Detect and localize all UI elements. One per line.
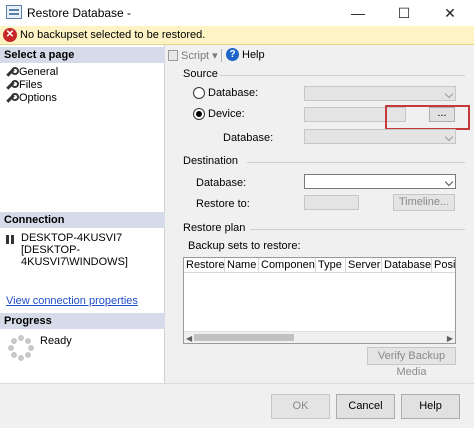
server-connection-icon	[5, 233, 17, 245]
connection-info: DESKTOP-4KUSVI7 [DESKTOP-4KUSVI7\WINDOWS…	[21, 232, 164, 268]
scrollbar-thumb[interactable]	[194, 334, 294, 341]
column-header-server[interactable]: Server	[346, 258, 382, 273]
maximize-button[interactable]: ☐	[381, 0, 427, 26]
timeline-button[interactable]: Timeline...	[393, 194, 455, 211]
title-bar: Restore Database - — ☐ ✕	[0, 0, 474, 26]
help-button[interactable]: Help	[401, 394, 460, 419]
wrench-icon	[5, 66, 19, 77]
progress-status: Ready	[40, 335, 72, 347]
progress-spinner-icon	[8, 335, 34, 361]
scroll-left-icon[interactable]: ◀	[186, 334, 192, 343]
column-header-component[interactable]: Component	[259, 258, 316, 273]
destination-database-dropdown[interactable]	[304, 174, 456, 189]
backup-sets-label: Backup sets to restore:	[188, 240, 301, 252]
help-icon: ?	[226, 48, 239, 61]
column-header-restore[interactable]: Restore	[184, 258, 225, 273]
grid-header: Restore Name Component Type Server Datab…	[184, 258, 455, 273]
sidebar-panel: Select a page General Files Options Conn…	[0, 45, 165, 383]
select-page-header: Select a page	[0, 47, 165, 63]
column-header-position[interactable]: Position	[432, 258, 455, 273]
destination-group-label: Destination	[183, 155, 239, 167]
sidebar-item-label: Options	[19, 91, 57, 104]
verify-backup-media-button[interactable]: Verify Backup Media	[367, 347, 456, 378]
script-button[interactable]: Script ▾	[168, 49, 218, 62]
close-button[interactable]: ✕	[427, 0, 473, 26]
help-toolbar-label: Help	[242, 48, 265, 61]
wrench-icon	[5, 92, 19, 103]
ok-button[interactable]: OK	[271, 394, 330, 419]
main-panel: Script ▾ ? Help Source Database: Device:…	[165, 45, 474, 383]
scroll-right-icon[interactable]: ▶	[447, 334, 453, 343]
view-connection-properties-link[interactable]: View connection properties	[6, 295, 138, 307]
restore-to-label: Restore to:	[196, 198, 250, 210]
error-x-icon: ✕	[3, 28, 17, 42]
chevron-down-icon	[444, 132, 454, 142]
chevron-down-icon: ▾	[212, 50, 218, 62]
horizontal-scrollbar[interactable]: ◀ ▶	[184, 331, 455, 343]
error-message-bar: ✕ No backupset selected to be restored.	[0, 26, 474, 45]
backup-sets-grid[interactable]: Restore Name Component Type Server Datab…	[183, 257, 456, 344]
connection-user: [DESKTOP-4KUSVI7\WINDOWS]	[21, 244, 128, 268]
toolbar-separator	[221, 49, 222, 62]
divider	[220, 75, 465, 76]
chevron-down-icon	[444, 89, 454, 99]
database-radio[interactable]	[193, 87, 205, 99]
script-icon	[168, 50, 178, 61]
source-database-dropdown[interactable]	[304, 86, 456, 101]
restore-plan-group-label: Restore plan	[183, 222, 246, 234]
close-icon: ✕	[444, 4, 456, 21]
column-header-database[interactable]: Database	[382, 258, 432, 273]
minimize-icon: —	[351, 5, 365, 21]
toolbar: Script ▾ ? Help	[165, 45, 474, 65]
wrench-icon	[5, 79, 19, 90]
device-radio[interactable]	[193, 108, 205, 120]
window-title: Restore Database -	[27, 6, 132, 20]
device-radio-label: Device:	[208, 108, 245, 120]
script-label: Script	[181, 49, 210, 62]
restore-to-field[interactable]	[304, 195, 359, 210]
minimize-button[interactable]: —	[335, 0, 381, 26]
maximize-icon: ☐	[397, 4, 411, 21]
column-header-type[interactable]: Type	[316, 258, 346, 273]
divider	[247, 162, 465, 163]
help-toolbar-button[interactable]: ? Help	[226, 48, 265, 61]
sidebar-item-general[interactable]: General	[5, 65, 58, 78]
source-database-label: Database:	[223, 132, 274, 144]
progress-header: Progress	[0, 313, 165, 329]
connection-header: Connection	[0, 212, 165, 228]
restore-database-app-icon	[6, 5, 22, 19]
error-message-text: No backupset selected to be restored.	[20, 29, 206, 41]
database-radio-label: Database:	[208, 87, 259, 99]
sidebar-item-files[interactable]: Files	[5, 78, 42, 91]
divider	[250, 229, 465, 230]
dialog-footer: OK Cancel Help	[0, 383, 474, 428]
cancel-button[interactable]: Cancel	[336, 394, 395, 419]
source-database-select[interactable]	[304, 129, 456, 144]
connection-server: DESKTOP-4KUSVI7	[21, 232, 123, 244]
destination-database-label: Database:	[196, 177, 247, 189]
sidebar-item-label: General	[19, 65, 59, 78]
sidebar-item-label: Files	[19, 78, 43, 91]
column-header-name[interactable]: Name	[225, 258, 259, 273]
source-group-label: Source	[183, 68, 218, 80]
sidebar-item-options[interactable]: Options	[5, 91, 57, 104]
chevron-down-icon	[444, 177, 454, 187]
highlight-box	[385, 105, 470, 130]
